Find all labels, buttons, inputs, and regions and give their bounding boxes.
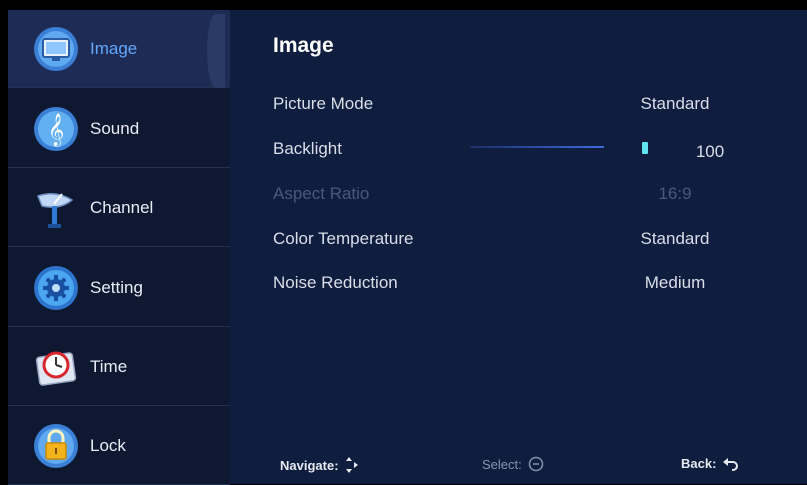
clock-icon xyxy=(32,343,80,391)
picture-mode-value: Standard xyxy=(640,94,710,113)
sidebar-item-image[interactable]: Image xyxy=(8,10,230,88)
navigate-hint-label: Navigate: xyxy=(280,457,339,473)
selection-indicator xyxy=(207,14,225,88)
ok-button-icon xyxy=(528,456,544,472)
image-icon xyxy=(32,25,80,73)
backlight-slider-thumb[interactable] xyxy=(642,142,648,154)
sidebar: Image 𝄞 Sound Channel Setting Time Lock xyxy=(8,10,230,485)
sidebar-item-channel[interactable]: Channel xyxy=(8,169,230,247)
noise-reduction-label: Noise Reduction xyxy=(273,273,398,292)
sidebar-item-label: Time xyxy=(90,356,128,376)
backlight-slider-track[interactable] xyxy=(470,146,604,148)
backlight-value: 100 xyxy=(695,142,725,161)
sidebar-item-label: Channel xyxy=(90,197,154,217)
svg-text:𝄞: 𝄞 xyxy=(48,113,65,147)
noise-reduction-row[interactable]: Noise Reduction Medium xyxy=(273,269,753,297)
sidebar-item-label: Image xyxy=(90,38,138,58)
aspect-ratio-label: Aspect Ratio xyxy=(273,184,370,203)
page-title: Image xyxy=(273,34,334,57)
gear-icon xyxy=(32,264,80,312)
sidebar-item-label: Setting xyxy=(90,277,143,297)
sidebar-item-lock[interactable]: Lock xyxy=(8,407,230,485)
navigate-hint: Navigate: xyxy=(280,456,359,474)
back-hint: Back: xyxy=(681,456,739,471)
music-note-icon: 𝄞 xyxy=(32,105,80,153)
color-temperature-row[interactable]: Color Temperature Standard xyxy=(273,225,753,253)
sidebar-item-label: Sound xyxy=(90,118,140,138)
aspect-ratio-row: Aspect Ratio 16:9 xyxy=(273,180,753,208)
picture-mode-label: Picture Mode xyxy=(273,94,374,113)
back-arrow-icon xyxy=(722,457,739,471)
sidebar-item-time[interactable]: Time xyxy=(8,328,230,406)
dpad-icon xyxy=(345,456,359,474)
select-hint-label: Select: xyxy=(482,456,522,472)
select-hint: Select: xyxy=(482,456,544,472)
sidebar-item-setting[interactable]: Setting xyxy=(8,249,230,327)
noise-reduction-value: Medium xyxy=(644,273,706,292)
back-hint-label: Back: xyxy=(681,456,717,471)
aspect-ratio-value: 16:9 xyxy=(658,184,692,203)
backlight-label: Backlight xyxy=(273,139,342,158)
satellite-dish-icon xyxy=(32,184,80,232)
settings-panel: Image Picture Mode Standard Backlight 10… xyxy=(230,10,807,484)
color-temperature-label: Color Temperature xyxy=(273,229,414,248)
picture-mode-row[interactable]: Picture Mode Standard xyxy=(273,90,753,118)
backlight-row[interactable]: Backlight xyxy=(273,135,753,163)
padlock-icon xyxy=(32,422,80,470)
sidebar-item-sound[interactable]: 𝄞 Sound xyxy=(8,90,230,168)
sidebar-item-label: Lock xyxy=(90,435,126,455)
color-temperature-value: Standard xyxy=(640,229,710,248)
